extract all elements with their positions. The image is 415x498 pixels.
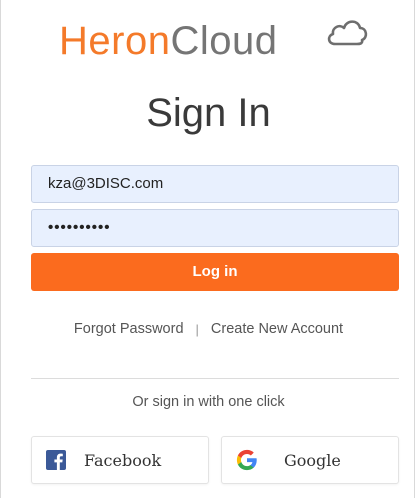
- google-icon: [236, 449, 257, 471]
- divider: [31, 378, 399, 379]
- facebook-signin-button[interactable]: Facebook: [31, 436, 209, 484]
- app-logo: HeronCloud: [59, 16, 368, 66]
- cloud-icon: [327, 20, 368, 46]
- link-separator: |: [195, 321, 199, 337]
- email-field[interactable]: kza@3DISC.com: [31, 165, 399, 203]
- login-button[interactable]: Log in: [31, 253, 399, 291]
- page-title: Sign In: [146, 91, 271, 135]
- forgot-password-link[interactable]: Forgot Password: [74, 321, 184, 337]
- facebook-icon: [46, 450, 66, 470]
- password-field[interactable]: ••••••••••: [31, 209, 399, 247]
- logo-text: HeronCloud: [59, 19, 278, 63]
- google-signin-button[interactable]: Google: [221, 436, 399, 484]
- facebook-label: Facebook: [84, 450, 162, 470]
- social-prompt: Or sign in with one click: [132, 394, 285, 410]
- create-account-link[interactable]: Create New Account: [211, 321, 343, 337]
- google-label: Google: [284, 450, 341, 470]
- account-links: Forgot Password | Create New Account: [1, 321, 415, 337]
- login-panel: HeronCloud Sign In kza@3DISC.com •••••••…: [0, 0, 415, 498]
